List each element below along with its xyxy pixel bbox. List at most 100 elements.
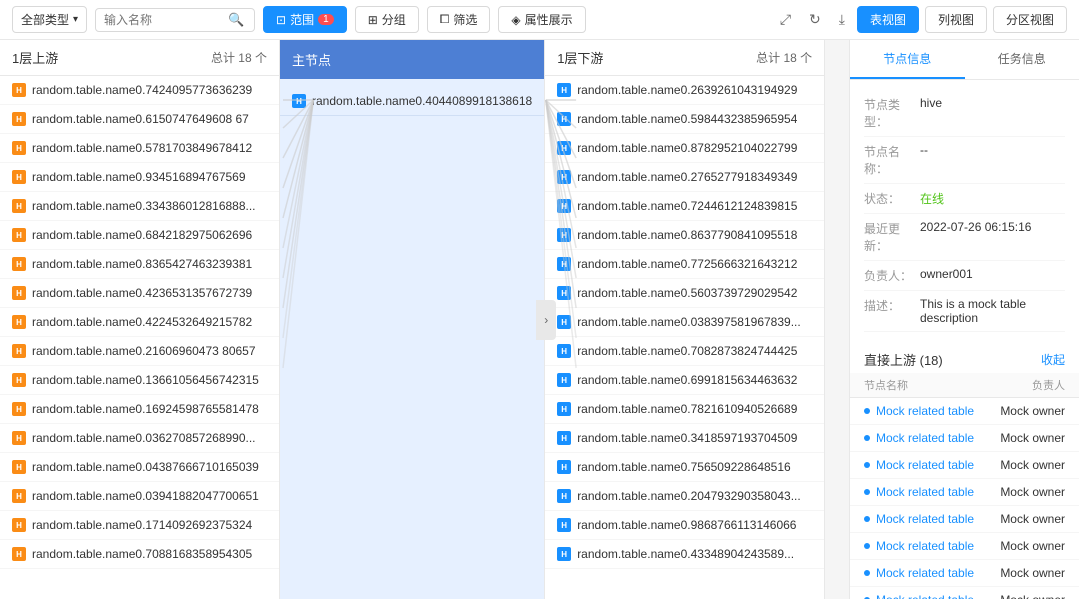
filter-icon: ⧠	[440, 12, 450, 27]
node-name: random.table.name0.7424095773636239	[32, 83, 252, 97]
type-select[interactable]: 全部类型 ▾	[12, 6, 87, 33]
upstream-node-item[interactable]: Hrandom.table.name0.6150747649608 67	[0, 105, 279, 134]
node-name-label: 节点名称：	[864, 143, 920, 177]
node-name: random.table.name0.21606960473 80657	[32, 344, 256, 358]
upstream-node-item[interactable]: Hrandom.table.name0.7424095773636239	[0, 76, 279, 105]
group-button[interactable]: ⊞ 分组	[355, 6, 419, 33]
downstream-node-item[interactable]: Hrandom.table.name0.2639261043194929	[545, 76, 824, 105]
related-dot	[864, 516, 870, 522]
node-icon: H	[557, 460, 571, 474]
node-icon: H	[12, 373, 26, 387]
node-icon: H	[12, 431, 26, 445]
downstream-node-item[interactable]: Hrandom.table.name0.7725666321643212	[545, 250, 824, 279]
owner-label: 负责人：	[864, 267, 920, 284]
search-box[interactable]: 🔍	[95, 8, 255, 32]
attr-button[interactable]: ◈ 属性展示	[498, 6, 585, 33]
related-name[interactable]: Mock related table	[876, 404, 995, 418]
downstream-node-item[interactable]: Hrandom.table.name0.8637790841095518	[545, 221, 824, 250]
status-value: 在线	[920, 190, 1065, 207]
node-icon: H	[12, 547, 26, 561]
table-view-button[interactable]: 表视图	[857, 6, 919, 33]
related-name[interactable]: Mock related table	[876, 458, 995, 472]
related-name[interactable]: Mock related table	[876, 593, 995, 599]
related-item: Mock related table Mock owner	[850, 479, 1079, 506]
upstream-node-item[interactable]: Hrandom.table.name0.5781703849678412	[0, 134, 279, 163]
node-icon: H	[557, 518, 571, 532]
partition-view-button[interactable]: 分区视图	[993, 6, 1067, 33]
upstream-section-header: 直接上游 (18) 收起	[850, 342, 1079, 373]
node-name: random.table.name0.2639261043194929	[577, 83, 797, 97]
downstream-node-item[interactable]: Hrandom.table.name0.7082873824744425	[545, 337, 824, 366]
downstream-node-item[interactable]: Hrandom.table.name0.756509228648516	[545, 453, 824, 482]
tab-node-info[interactable]: 节点信息	[850, 40, 965, 79]
filter-button[interactable]: ⧠ 筛选	[427, 6, 491, 33]
node-icon: H	[557, 141, 571, 155]
expand-button[interactable]: ›	[536, 300, 556, 340]
related-name[interactable]: Mock related table	[876, 512, 995, 526]
downstream-node-item[interactable]: Hrandom.table.name0.7244612124839815	[545, 192, 824, 221]
node-name: random.table.name0.1714092692375324	[32, 518, 252, 532]
upstream-node-item[interactable]: Hrandom.table.name0.334386012816888...	[0, 192, 279, 221]
upstream-node-item[interactable]: Hrandom.table.name0.036270857268990...	[0, 424, 279, 453]
upstream-panel-body[interactable]: Hrandom.table.name0.7424095773636239Hran…	[0, 76, 279, 599]
related-item: Mock related table Mock owner	[850, 452, 1079, 479]
downstream-panel-body[interactable]: Hrandom.table.name0.2639261043194929Hran…	[545, 76, 824, 599]
node-icon: H	[557, 344, 571, 358]
node-name: random.table.name0.03941882047700651	[32, 489, 259, 503]
download-icon[interactable]: ⤓	[833, 9, 851, 30]
downstream-node-item[interactable]: Hrandom.table.name0.204793290358043...	[545, 482, 824, 511]
node-icon: H	[557, 431, 571, 445]
downstream-node-item[interactable]: Hrandom.table.name0.8782952104022799	[545, 134, 824, 163]
downstream-node-item[interactable]: Hrandom.table.name0.5603739729029542	[545, 279, 824, 308]
tab-task-info[interactable]: 任务信息	[965, 40, 1079, 79]
upstream-node-item[interactable]: Hrandom.table.name0.4236531357672739	[0, 279, 279, 308]
upstream-node-item[interactable]: Hrandom.table.name0.1714092692375324	[0, 511, 279, 540]
upstream-node-item[interactable]: Hrandom.table.name0.04387666710165039	[0, 453, 279, 482]
search-input[interactable]	[104, 13, 224, 27]
main-content: 1层上游 总计 18 个 Hrandom.table.name0.7424095…	[0, 40, 1079, 599]
upstream-node-item[interactable]: Hrandom.table.name0.16924598765581478	[0, 395, 279, 424]
downstream-node-item[interactable]: Hrandom.table.name0.038397581967839...	[545, 308, 824, 337]
downstream-node-item[interactable]: Hrandom.table.name0.5984432385965954	[545, 105, 824, 134]
upstream-collapse-button[interactable]: 收起	[1041, 351, 1065, 368]
upstream-node-item[interactable]: Hrandom.table.name0.13661056456742315	[0, 366, 279, 395]
range-button[interactable]: ⊡ 范围 1	[263, 6, 347, 33]
related-name[interactable]: Mock related table	[876, 539, 995, 553]
upstream-node-item[interactable]: Hrandom.table.name0.934516894767569	[0, 163, 279, 192]
node-name: random.table.name0.13661056456742315	[32, 373, 259, 387]
upstream-node-item[interactable]: Hrandom.table.name0.21606960473 80657	[0, 337, 279, 366]
node-icon: H	[557, 199, 571, 213]
downstream-node-item[interactable]: Hrandom.table.name0.3418597193704509	[545, 424, 824, 453]
upstream-node-item[interactable]: Hrandom.table.name0.4224532649215782	[0, 308, 279, 337]
related-col-header: 节点名称 负责人	[850, 373, 1079, 398]
downstream-node-item[interactable]: Hrandom.table.name0.43348904243589...	[545, 540, 824, 569]
upstream-node-item[interactable]: Hrandom.table.name0.8365427463239381	[0, 250, 279, 279]
view-controls: ⤢ ↻ ⤓ 表视图 列视图 分区视图	[774, 6, 1067, 33]
node-name: random.table.name0.4224532649215782	[32, 315, 252, 329]
upstream-node-item[interactable]: Hrandom.table.name0.6842182975062696	[0, 221, 279, 250]
node-icon: H	[557, 228, 571, 242]
list-view-button[interactable]: 列视图	[925, 6, 987, 33]
downstream-node-item[interactable]: Hrandom.table.name0.9868766113146066	[545, 511, 824, 540]
related-name[interactable]: Mock related table	[876, 431, 995, 445]
downstream-node-item[interactable]: Hrandom.table.name0.2765277918349349	[545, 163, 824, 192]
related-item: Mock related table Mock owner	[850, 506, 1079, 533]
upstream-panel: 1层上游 总计 18 个 Hrandom.table.name0.7424095…	[0, 40, 280, 599]
refresh-icon[interactable]: ↻	[803, 9, 827, 30]
related-name[interactable]: Mock related table	[876, 485, 995, 499]
downstream-panel: 1层下游 总计 18 个 Hrandom.table.name0.2639261…	[545, 40, 825, 599]
node-name-value: --	[920, 143, 1065, 177]
node-icon: H	[292, 94, 306, 108]
info-section: 节点类型： hive 节点名称： -- 状态： 在线 最近更新： 2022-07…	[850, 80, 1079, 342]
downstream-count: 总计 18 个	[756, 49, 812, 66]
node-name: random.table.name0.204793290358043...	[577, 489, 801, 503]
downstream-node-item[interactable]: Hrandom.table.name0.7821610940526689	[545, 395, 824, 424]
upstream-node-item[interactable]: Hrandom.table.name0.7088168358954305	[0, 540, 279, 569]
related-item: Mock related table Mock owner	[850, 587, 1079, 599]
upstream-node-item[interactable]: Hrandom.table.name0.03941882047700651	[0, 482, 279, 511]
fullscreen-icon[interactable]: ⤢	[774, 9, 797, 30]
last-update-value: 2022-07-26 06:15:16	[920, 220, 1065, 254]
downstream-node-item[interactable]: Hrandom.table.name0.6991815634463632	[545, 366, 824, 395]
related-name[interactable]: Mock related table	[876, 566, 995, 580]
main-node-item[interactable]: H random.table.name0.4044089918138618	[280, 87, 544, 116]
